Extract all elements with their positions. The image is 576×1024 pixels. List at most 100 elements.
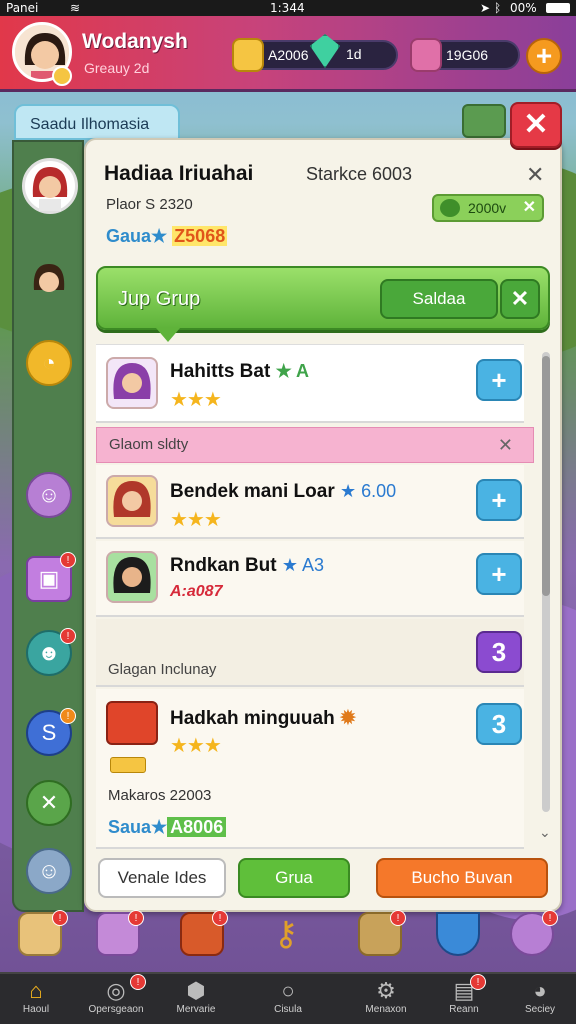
minimize-button[interactable] [462,104,506,138]
panel-status: Starkce 6003 [306,164,413,184]
group-bar: Jup Grup Saldaa ✕ [96,266,550,342]
sidebar-notification-badge: ! [60,552,76,568]
add-currency-button[interactable]: + [526,38,562,74]
sidebar-bird-icon[interactable]: ◔ [26,340,72,386]
add-member-button[interactable]: + [476,553,522,595]
chest-meta: Makaros 22003 [108,787,212,804]
info-section: Glagan Inclunay 3 [96,619,524,687]
coins-value: A2006 [268,47,309,63]
leaf-badge[interactable]: 2000v ✕ [432,194,544,222]
member-avatar [106,357,158,409]
member-stars: ★★★ [170,389,222,411]
shelf-notification-badge: ! [128,910,144,926]
member-price: A:a087 [170,583,223,600]
list-item[interactable]: Hahitts Bat ★ A ★★★ + [96,345,524,423]
chest-name: Hadkah minguuah ✹ [170,708,356,729]
ring-icon: ○ [281,978,295,1003]
chest-stars: ★★★ [170,735,222,757]
chest-icon [106,701,158,745]
sidebar-tools-icon[interactable]: ✕ [26,780,72,826]
coin-icon [232,38,264,72]
card-icon: ▤ [453,978,475,1003]
sidebar-avatar-elder-icon[interactable]: ☺ [26,848,72,894]
nav-notification-badge: ! [130,974,146,990]
shelf-notification-badge: ! [212,910,228,926]
chest-item[interactable]: Hadkah minguuah ✹ ★★★ 3 Makaros 22003 Sa… [96,689,524,849]
panel-close-icon[interactable]: ✕ [526,162,544,188]
panel-meta: Plaor S 2320 [106,196,193,213]
sidebar-avatar-main[interactable] [22,158,78,214]
info-count-button[interactable]: 3 [476,631,522,673]
bottom-nav: ⌂ Haoul ◎ Opersgeaon ⬢ Mervarie ○ Cisula ⚙ Me… [0,972,576,1024]
member-name: Bendek mani Loar ★ 6.00 [170,481,397,502]
group-button[interactable]: Grua [238,858,350,898]
home-icon: ⌂ [29,978,43,1003]
close-window-button[interactable]: ✕ [510,102,562,148]
member-list: Hahitts Bat ★ A ★★★ + Glaom sldty ✕ Bend… [96,344,534,864]
nav-shield[interactable]: ⬢ Mervarie [160,978,232,1015]
nav-chat[interactable]: ◕ Seciey [504,978,576,1015]
sidebar-notification-badge: ! [60,628,76,644]
energy-counter[interactable]: 19G06 [410,38,520,72]
scroll-down-icon[interactable]: ⌄ [539,824,551,841]
clear-button[interactable]: ✕ [500,279,540,319]
scrollbar-thumb[interactable] [542,356,550,596]
section-label: Glaom sldty [109,436,189,453]
nav-home[interactable]: ⌂ Haoul [0,978,72,1015]
sidebar-avatar-girl-icon[interactable] [26,260,72,306]
chest-icon [410,38,442,72]
bluetooth-icon: ᛒ [494,1,502,15]
list-item[interactable]: Rndkan But ★ A3 A:a087 + [96,541,524,617]
member-avatar [106,475,158,527]
member-avatar [106,551,158,603]
view-ideas-button[interactable]: Venale Ides [98,858,226,898]
coins-tag-icon [110,757,146,773]
player-subtitle: Greauy 2d [84,60,150,76]
shield-icon: ⬢ [186,978,206,1003]
location-icon: ➤ [480,1,491,15]
top-bar: Wodanysh Greauy 2d A2006 1d 19G06 + [0,16,576,92]
leaf-icon [440,199,460,217]
section-close-icon[interactable]: ✕ [498,428,513,462]
badge-close-icon[interactable]: ✕ [523,196,536,220]
clock-text: 1:344 [270,1,305,15]
group-bar-pointer [156,328,180,342]
shelf-notification-badge: ! [52,910,68,926]
badge-value: 2000v [468,200,507,216]
battery-icon [546,3,570,13]
select-button[interactable]: Saldaa [380,279,498,319]
add-member-button[interactable]: + [476,359,522,401]
sidebar-avatar-cat-icon[interactable]: ☺ [26,472,72,518]
level-badge-icon [52,66,72,86]
chest-currency: Saua★ A8006 [108,817,227,838]
info-label: Glagan Inclunay [108,661,217,678]
nav-settings[interactable]: ⚙ Menaxon [350,978,422,1015]
status-bar: Panei ≋ 1:344 ➤ ᛒ 00% [0,0,576,16]
add-member-button[interactable]: + [476,479,522,521]
nav-card[interactable]: ▤ Reann [428,978,500,1015]
left-sidebar: ◔ ☺ ▣ ! ☻ ! S ! ✕ ☺ [12,140,84,912]
tab-header[interactable]: Saadu Ilhomasia [14,104,180,140]
currency-label: Gaua★ [106,226,168,246]
shelf-shield-icon[interactable] [436,912,480,956]
panel-currency: Gaua★ Z5068 [106,226,228,247]
group-panel: Hadiaa Iriuahai Starkce 6003 ✕ Plaor S 2… [84,138,562,912]
battery-text: 00% [510,1,537,15]
group-title: Jup Grup [118,288,201,310]
shelf-key-icon[interactable]: ⚷ [264,912,308,956]
nav-ring[interactable]: ○ Cisula [252,978,324,1015]
member-stars: ★★★ [170,509,222,531]
orange-action-button[interactable]: Bucho Buvan [376,858,548,898]
carrier-text: Panei [6,1,39,15]
member-name: Rndkan But ★ A3 [170,555,325,576]
player-name: Wodanysh [82,30,188,53]
sidebar-notification-badge: ! [60,708,76,724]
wifi-icon: ≋ [70,1,81,15]
gear-icon: ⚙ [376,978,396,1003]
chest-count-button[interactable]: 3 [476,703,522,745]
list-item[interactable]: Bendek mani Loar ★ 6.00 ★★★ + [96,465,524,539]
energy-value: 19G06 [446,47,489,63]
nav-notification-badge: ! [470,974,486,990]
shelf-notification-badge: ! [390,910,406,926]
section-header-pink: Glaom sldty ✕ [96,427,534,463]
